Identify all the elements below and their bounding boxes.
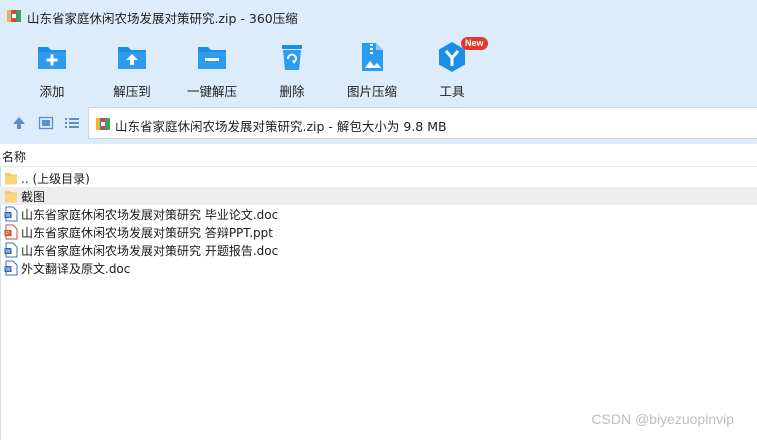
word-document-icon: W (4, 242, 18, 258)
extract-to-label: 解压到 (113, 84, 151, 99)
new-badge: New (461, 37, 488, 50)
tools-button[interactable]: New 工具 (417, 37, 488, 99)
add-folder-icon (38, 47, 66, 69)
list-item-translation-doc[interactable]: W 外文翻译及原文.doc (0, 259, 757, 277)
file-name: 外文翻译及原文.doc (21, 262, 131, 276)
thumbnail-view-icon[interactable] (38, 115, 54, 131)
folder-icon (5, 173, 17, 185)
arrow-up-icon[interactable] (11, 115, 27, 131)
file-name: 截图 (21, 190, 46, 204)
list-item-defense-ppt[interactable]: P 山东省家庭休闲农场发展对策研究 答辩PPT.ppt (0, 223, 757, 241)
file-name: 山东省家庭休闲农场发展对策研究 开题报告.doc (21, 244, 279, 258)
zip-archive-icon (96, 118, 110, 130)
svg-text:W: W (5, 213, 11, 219)
svg-text:W: W (5, 249, 11, 255)
list-item-proposal-doc[interactable]: W 山东省家庭休闲农场发展对策研究 开题报告.doc (0, 241, 757, 259)
folder-icon (5, 191, 17, 203)
svg-text:W: W (5, 267, 11, 273)
column-header: 名称 (0, 145, 757, 167)
add-label: 添加 (39, 84, 65, 99)
file-name: 山东省家庭休闲农场发展对策研究 答辩PPT.ppt (21, 226, 273, 240)
one-click-extract-label: 一键解压 (186, 84, 237, 99)
tools-label: 工具 (439, 84, 465, 99)
navigation-bar: 山东省家庭休闲农场发展对策研究.zip - 解包大小为 9.8 MB (0, 102, 757, 144)
file-name: .. (上级目录) (21, 172, 90, 186)
address-field[interactable]: 山东省家庭休闲农场发展对策研究.zip - 解包大小为 9.8 MB (88, 107, 757, 139)
window-title: 山东省家庭休闲农场发展对策研究.zip - 360压缩 (27, 11, 298, 26)
list-item-screenshots-folder[interactable]: 截图 (0, 187, 757, 205)
watermark: CSDN @biyezuopinvip (591, 411, 734, 427)
one-click-extract-button[interactable]: 一键解压 (177, 37, 247, 99)
svg-text:P: P (6, 231, 10, 237)
image-compress-icon (362, 43, 383, 71)
delete-label: 删除 (279, 84, 305, 99)
file-name: 山东省家庭休闲农场发展对策研究 毕业论文.doc (21, 208, 279, 222)
list-item-thesis-doc[interactable]: W 山东省家庭休闲农场发展对策研究 毕业论文.doc (0, 205, 757, 223)
powerpoint-document-icon: P (4, 224, 18, 240)
address-text: 山东省家庭休闲农场发展对策研究.zip - 解包大小为 9.8 MB (115, 119, 447, 134)
word-document-icon: W (4, 206, 18, 222)
zip-archive-icon (7, 10, 21, 22)
add-button[interactable]: 添加 (17, 37, 87, 99)
image-compress-button[interactable]: 图片压缩 (337, 37, 407, 99)
one-click-extract-icon (198, 47, 226, 69)
file-list: .. (上级目录) 截图 W 山东省家庭休闲农场发展对策研究 毕业论文.doc … (0, 169, 757, 277)
list-view-icon[interactable] (64, 115, 80, 131)
extract-to-folder-icon (118, 47, 146, 69)
delete-button[interactable]: 删除 (257, 37, 327, 99)
extract-to-button[interactable]: 解压到 (97, 37, 167, 99)
list-item-parent-directory[interactable]: .. (上级目录) (0, 169, 757, 187)
recycle-bin-icon (282, 45, 302, 70)
title-bar: 山东省家庭休闲农场发展对策研究.zip - 360压缩 (0, 0, 757, 32)
column-name-header[interactable]: 名称 (2, 148, 26, 165)
image-compress-label: 图片压缩 (346, 84, 397, 99)
word-document-icon: W (4, 260, 18, 276)
toolbar: 添加 解压到 一键解压 删除 图片压缩 New 工具 (0, 32, 757, 102)
